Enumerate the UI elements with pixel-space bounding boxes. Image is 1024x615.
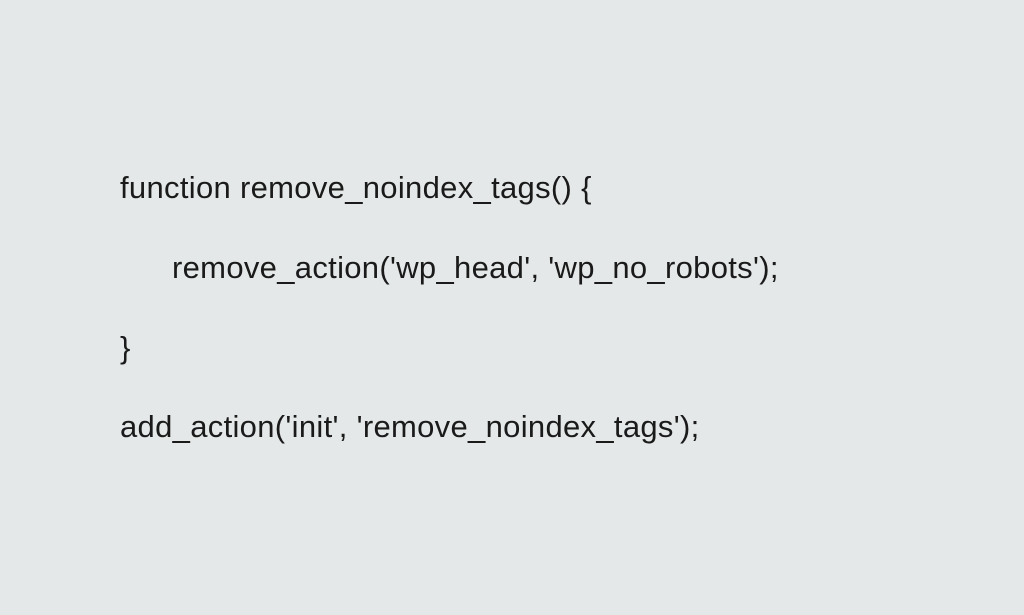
code-line-4: add_action('init', 'remove_noindex_tags'… <box>120 409 779 445</box>
code-block: function remove_noindex_tags() { remove_… <box>120 170 779 445</box>
code-line-3: } <box>120 330 779 366</box>
code-line-1: function remove_noindex_tags() { <box>120 170 779 206</box>
code-line-2: remove_action('wp_head', 'wp_no_robots')… <box>120 250 779 286</box>
